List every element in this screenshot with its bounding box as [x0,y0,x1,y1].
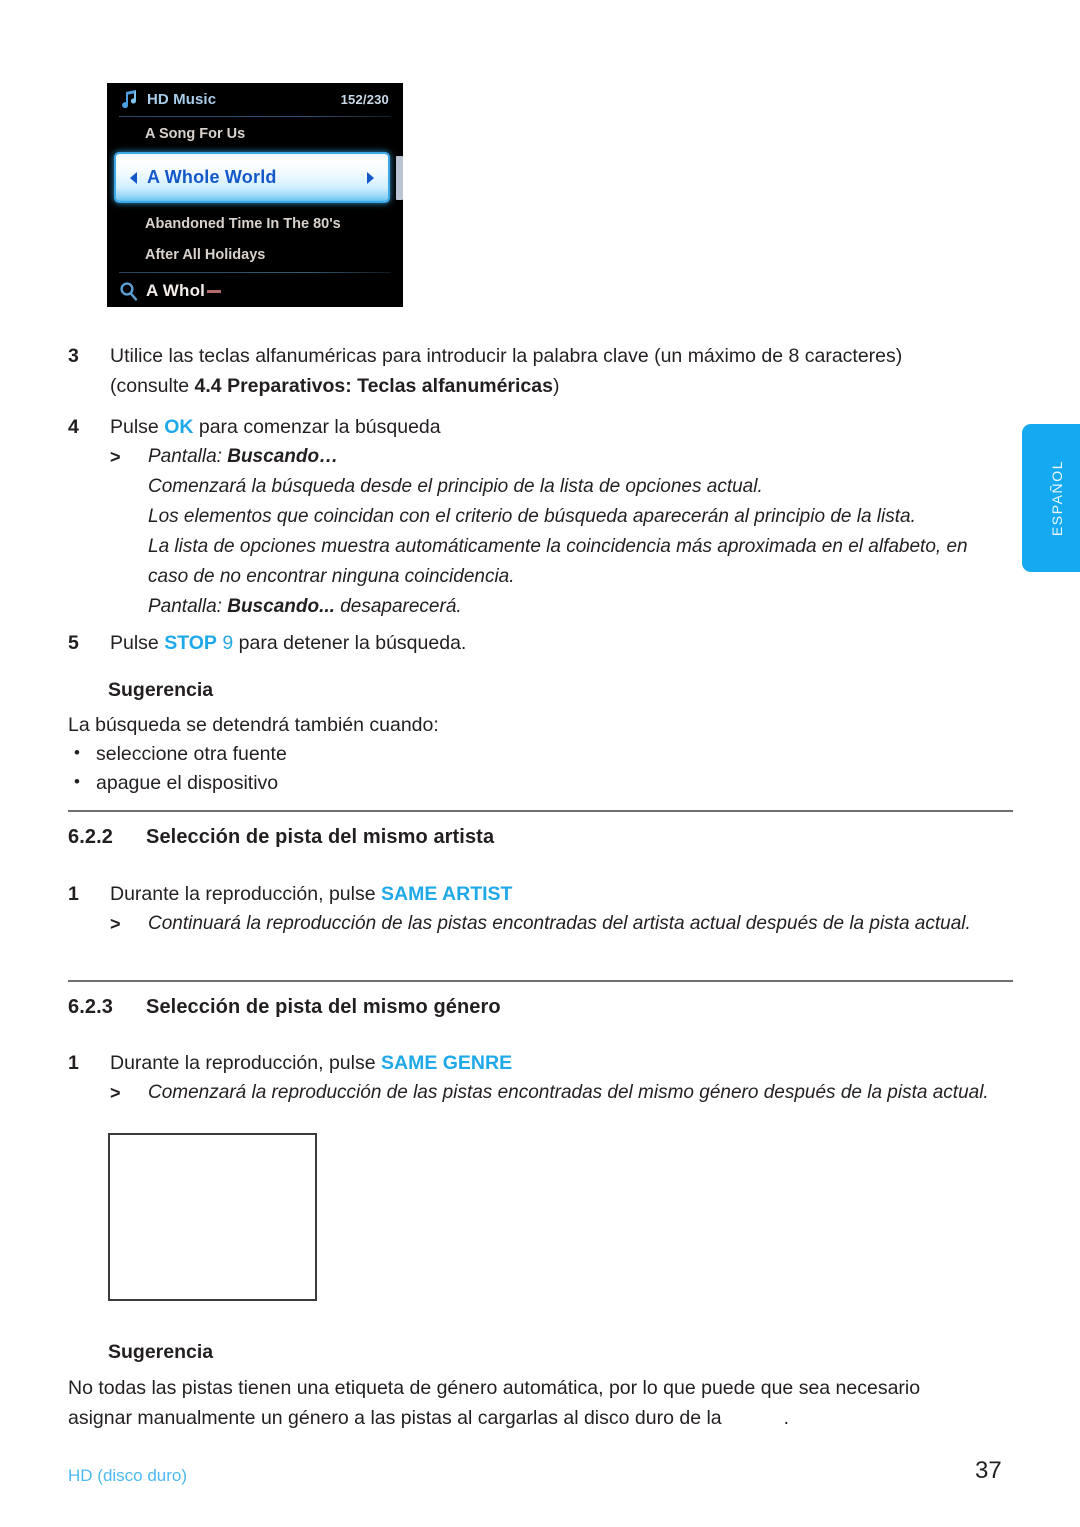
step-number: 1 [68,883,79,905]
section-number: 6.2.3 [68,996,113,1018]
result-text: Continuará la reproducción de las pistas… [148,913,971,934]
step-number: 1 [68,1052,79,1074]
display-value: Buscando… [227,446,339,467]
step-prefix: Durante la reproducción, pulse [110,883,381,905]
tip-2-title: Sugerencia [108,1341,214,1363]
step-5-prefix: Pulse [110,632,165,654]
step-4-number: 4 [68,416,79,438]
step-5: 5 Pulse STOP 9 para detener la búsqueda. [68,628,1013,658]
result-marker: > [110,447,121,467]
tip-2-line2-after: . [783,1407,790,1429]
lcd-search-query: A Whol [146,281,206,300]
lcd-list-item[interactable]: After All Holidays [119,240,403,270]
step-4-result-body: Pantalla: Buscando… [148,442,1015,472]
step-5-suffix: para detener la búsqueda. [233,632,467,654]
key-ok: OK [164,416,194,438]
step-4: 4 Pulse OK para comenzar la búsqueda [68,412,1013,442]
lcd-screenshot-figure: HD Music 152/230 A Song For Us A Whole W… [107,83,403,307]
bullet-icon: • [74,772,80,791]
tip-1-intro: La búsqueda se detendrá también cuando: [68,714,439,736]
list-item-label: seleccione otra fuente [96,743,287,765]
lcd-header-divider [119,116,391,117]
key-same-artist: SAME ARTIST [381,883,513,905]
display-label: Pantalla: [148,446,228,467]
triangle-right-icon[interactable] [367,171,374,184]
step-3-number: 3 [68,345,79,367]
step-3: 3 Utilice las teclas alfanuméricas para … [68,341,1013,401]
language-tab-label: ESPAÑOL [1049,459,1065,537]
tip-2-body: No todas las pistas tienen una etiqueta … [68,1373,1018,1433]
section-622-result: > Continuará la reproducción de las pist… [110,909,1015,939]
lcd-search-bar[interactable]: A Whol [119,275,391,307]
lcd-list-item[interactable]: Abandoned Time In The 80's [119,209,403,239]
key-stop-number: 9 [222,632,234,654]
step-body: Durante la reproducción, pulse SAME ARTI… [110,879,1013,909]
lcd-footer-divider [119,272,391,273]
bullet-icon: • [74,743,80,762]
triangle-left-icon[interactable] [130,171,137,184]
section-number: 6.2.2 [68,826,113,848]
lcd-list-item[interactable]: A Song For Us [119,119,403,149]
step-3-line2-suffix: ) [552,375,560,397]
list-item: • seleccione otra fuente [74,739,287,769]
key-same-genre: SAME GENRE [381,1052,513,1074]
step-body: Durante la reproducción, pulse SAME GENR… [110,1048,1013,1078]
section-divider [68,980,1013,982]
page-number: 37 [975,1457,1002,1484]
list-item: • apague el dispositivo [74,768,278,798]
result-marker: > [110,1083,121,1103]
section-623-result: > Comenzará la reproducción de las pista… [110,1078,1015,1108]
section-title: Selección de pista del mismo artista [146,826,495,848]
description-line-5-prefix: Pantalla: [148,596,228,617]
lcd-scrollbar-thumb[interactable] [396,156,403,200]
step-4-suffix: para comenzar la búsqueda [193,416,441,438]
lcd-list-item-selected[interactable]: A Whole World [116,154,388,201]
tip-1-title: Sugerencia [108,679,214,701]
step-3-line1: Utilice las teclas alfanuméricas para in… [110,345,903,367]
key-stop: STOP [164,632,217,654]
section-heading-622: 6.2.2 Selección de pista del mismo artist… [68,826,494,849]
tip-2-line1: No todas las pistas tienen una etiqueta … [68,1377,921,1399]
text-cursor [207,289,222,293]
description-line-3: La lista de opciones muestra automáticam… [148,536,968,557]
step-4-prefix: Pulse [110,416,165,438]
step-4-result: > Pantalla: Buscando… [110,442,1015,472]
description-line-2: Los elementos que coincidan con el crite… [148,506,916,527]
description-line-1: Comenzará la búsqueda desde el principio… [148,476,763,497]
step-prefix: Durante la reproducción, pulse [110,1052,381,1074]
step-4-description: Comenzará la búsqueda desde el principio… [148,472,1013,622]
language-tab: ESPAÑOL [1022,424,1080,572]
step-3-body: Utilice las teclas alfanuméricas para in… [110,341,1013,401]
footer-section-label: HD (disco duro) [68,1466,188,1485]
magnifier-icon [120,282,138,301]
section-623-step-1: 1 Durante la reproducción, pulse SAME GE… [68,1048,1013,1078]
section-divider [68,810,1013,812]
step-5-body: Pulse STOP 9 para detener la búsqueda. [110,628,1013,658]
lcd-item-count: 152/230 [340,92,389,107]
section-heading-623: 6.2.3 Selección de pista del mismo género [68,996,501,1019]
section-622-step-1: 1 Durante la reproducción, pulse SAME AR… [68,879,1013,909]
list-item-label: apague el dispositivo [96,772,279,794]
step-3-reference: 4.4 Preparativos: Teclas alfanuméricas [194,375,553,397]
music-note-icon [122,89,137,108]
section-title: Selección de pista del mismo género [146,996,501,1018]
description-line-5-suffix: desaparecerá. [334,596,462,617]
description-line-4: caso de no encontrar ninguna coincidenci… [148,566,515,587]
figure-placeholder-box [108,1133,317,1301]
step-5-number: 5 [68,632,79,654]
tip-2-line2-before: asignar manualmente un género a las pist… [68,1407,722,1429]
lcd-list-item-label: A Whole World [147,167,277,187]
display-value-2: Buscando... [227,596,335,617]
step-4-body: Pulse OK para comenzar la búsqueda [110,412,1013,442]
lcd-header: HD Music 152/230 [107,83,403,116]
step-3-line2-prefix: (consulte [110,375,195,397]
lcd-title: HD Music [147,91,217,108]
result-marker: > [110,914,121,934]
result-text: Comenzará la reproducción de las pistas … [148,1082,989,1103]
